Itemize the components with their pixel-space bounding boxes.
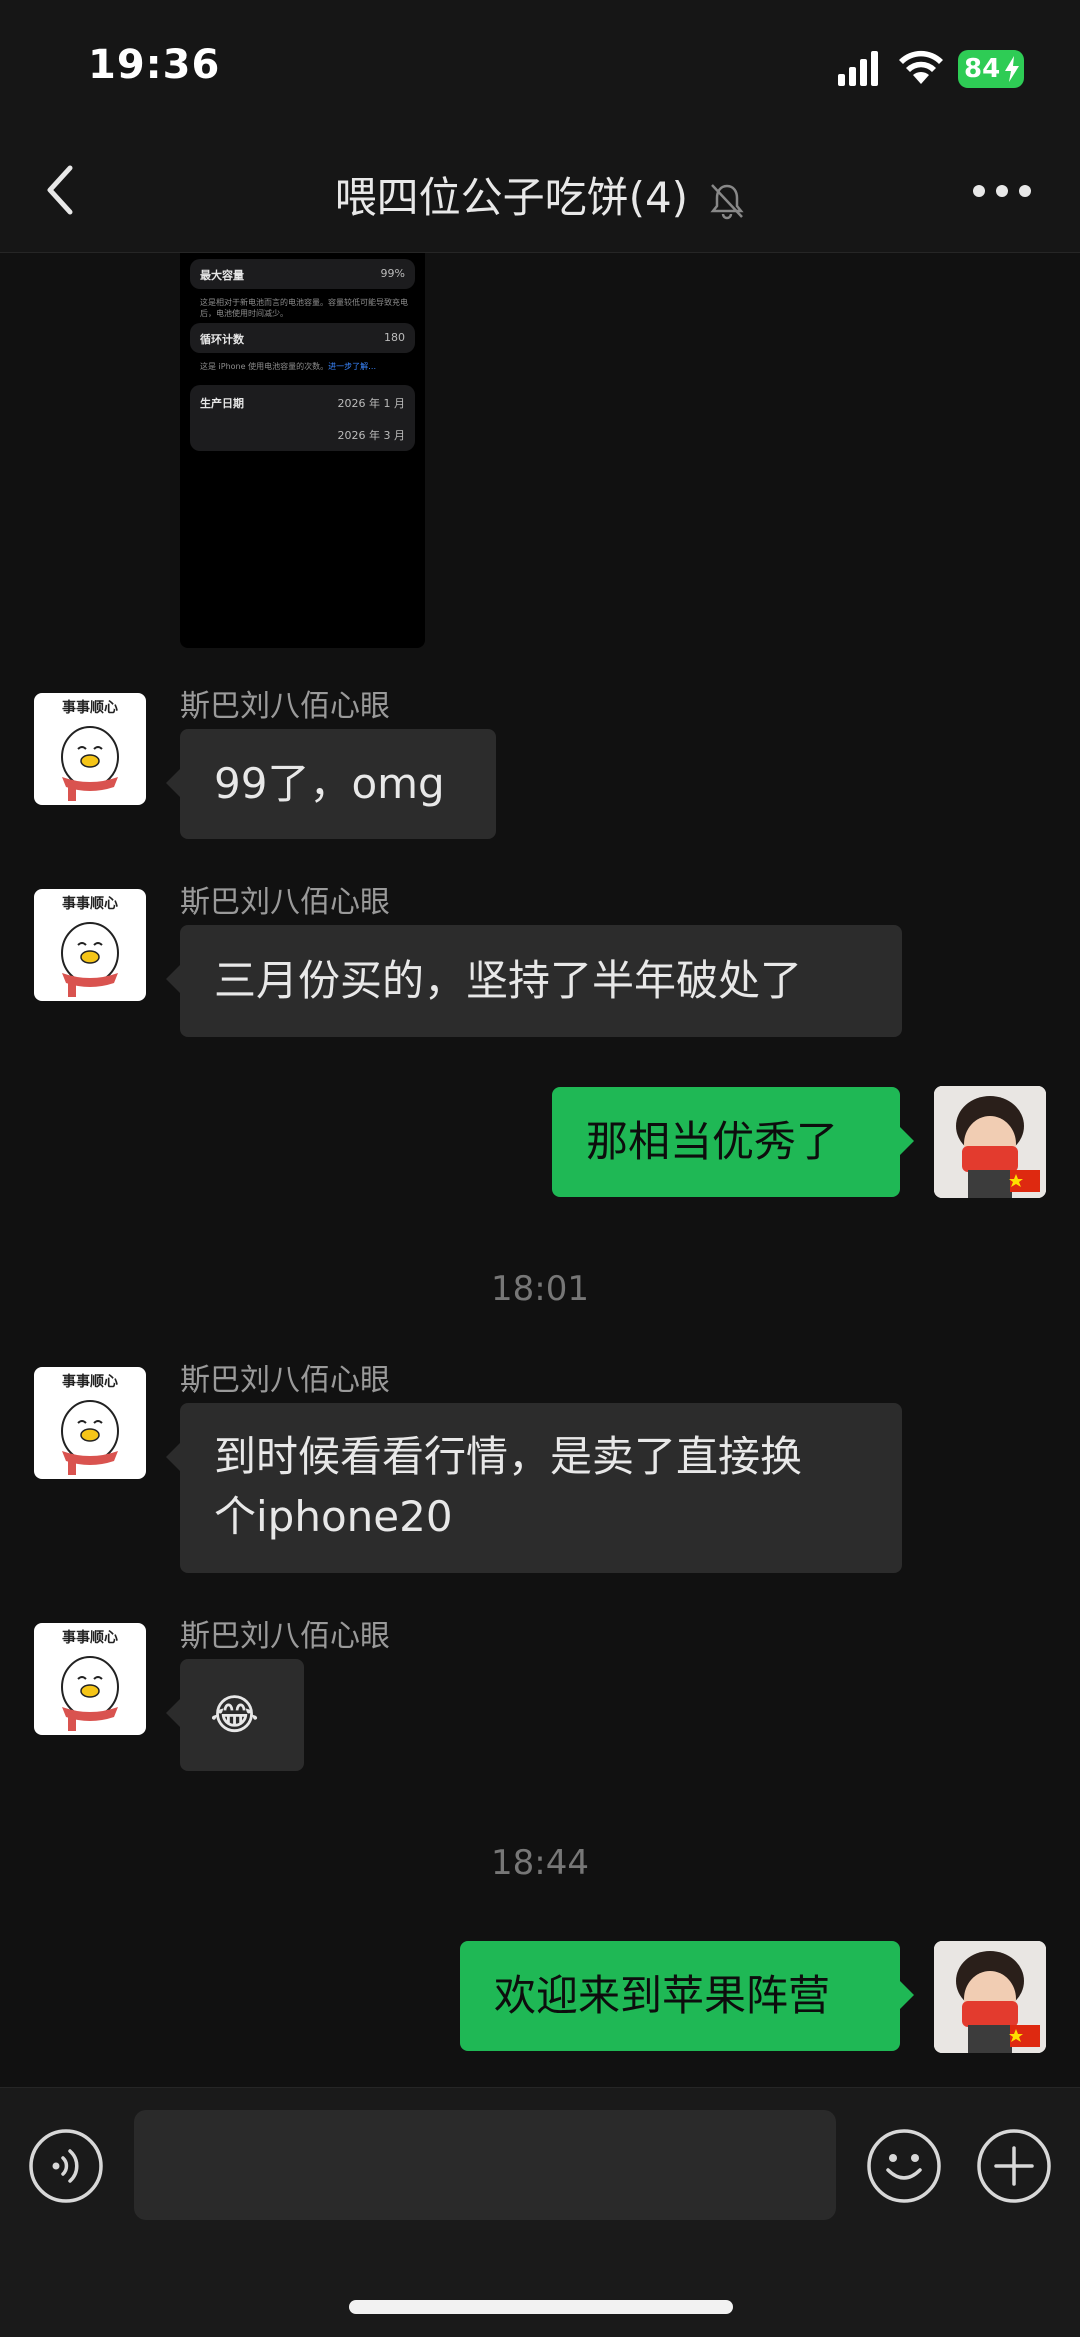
penguin-avatar-icon [61,1656,119,1731]
timestamp: 18:44 [491,1843,589,1883]
sender-name: 斯巴刘八佰心眼 [180,1619,390,1654]
battery-screenshot-image[interactable]: 最大容量 99% 这是相对于新电池而言的电池容量。容量较低可能导致充电后，电池使… [180,253,425,648]
child-photo-icon [934,1941,1046,2053]
screenshot-row-dates: 生产日期 2026 年 1 月 2026 年 3 月 [190,385,415,451]
add-attachment-icon[interactable] [976,2128,1052,2204]
status-time: 19:36 [88,42,221,88]
more-options-icon[interactable] [972,184,1032,198]
screenshot-desc-capacity: 这是相对于新电池而言的电池容量。容量较低可能导致充电后，电池使用时间减少。 [200,298,408,318]
child-photo-icon [934,1086,1046,1198]
chat-screen: 19:36 84 喂四位公子吃饼(4) 最大容量 99% 这是相对于新电池而言的… [0,0,1080,2337]
message-bubble-outgoing[interactable]: 欢迎来到苹果阵营 [460,1941,914,2051]
mute-bell-icon [710,183,745,219]
home-indicator[interactable] [349,2300,733,2314]
wifi-icon [899,50,943,84]
message-line: 到时候看看行情，是卖了直接换 [214,1432,803,1481]
avatar-self[interactable] [934,1941,1046,2053]
timestamp: 18:01 [491,1269,589,1309]
avatar-sender[interactable]: 事事顺心 [34,889,146,1001]
avatar-sender[interactable]: 事事顺心 [34,1367,146,1479]
penguin-avatar-icon [61,1400,119,1475]
sender-name: 斯巴刘八佰心眼 [180,689,390,724]
message-bubble[interactable]: 到时候看看行情，是卖了直接换 个iphone20 [166,1403,902,1573]
message-bubble[interactable]: 三月份买的，坚持了半年破处了 [166,925,902,1037]
chat-title-text: 喂四位公子吃饼(4) [334,173,689,222]
chat-title: 喂四位公子吃饼(4) [0,164,1080,225]
emoji-icon[interactable] [866,2128,942,2204]
penguin-avatar-icon [61,726,119,801]
cellular-signal-icon [838,51,878,86]
message-bubble-outgoing[interactable]: 那相当优秀了 [552,1087,914,1197]
message-input[interactable] [134,2110,836,2220]
chat-header: 喂四位公子吃饼(4) [0,130,1080,253]
avatar-self[interactable] [934,1086,1046,1198]
sender-name: 斯巴刘八佰心眼 [180,885,390,920]
charging-bolt-icon [1005,56,1019,82]
sender-name: 斯巴刘八佰心眼 [180,1363,390,1398]
avatar-sender[interactable]: 事事顺心 [34,1623,146,1735]
message-bubble[interactable]: 99了，omg [166,729,496,839]
penguin-avatar-icon [61,922,119,997]
battery-indicator: 84 [958,50,1024,88]
screenshot-desc-cycles: 这是 iPhone 使用电池容量的次数。进一步了解… [200,362,377,371]
message-line: 个iphone20 [214,1492,453,1541]
status-bar: 19:36 84 [0,0,1080,130]
screenshot-row-cycles: 循环计数 180 [190,323,415,353]
message-bubble-emoji[interactable]: 😂 [166,1659,304,1771]
battery-level: 84 [964,54,1001,84]
voice-input-icon[interactable] [28,2128,104,2204]
avatar-sender[interactable]: 事事顺心 [34,693,146,805]
screenshot-row-capacity: 最大容量 99% [190,259,415,289]
message-list[interactable]: 最大容量 99% 这是相对于新电池而言的电池容量。容量较低可能导致充电后，电池使… [0,253,1080,2087]
